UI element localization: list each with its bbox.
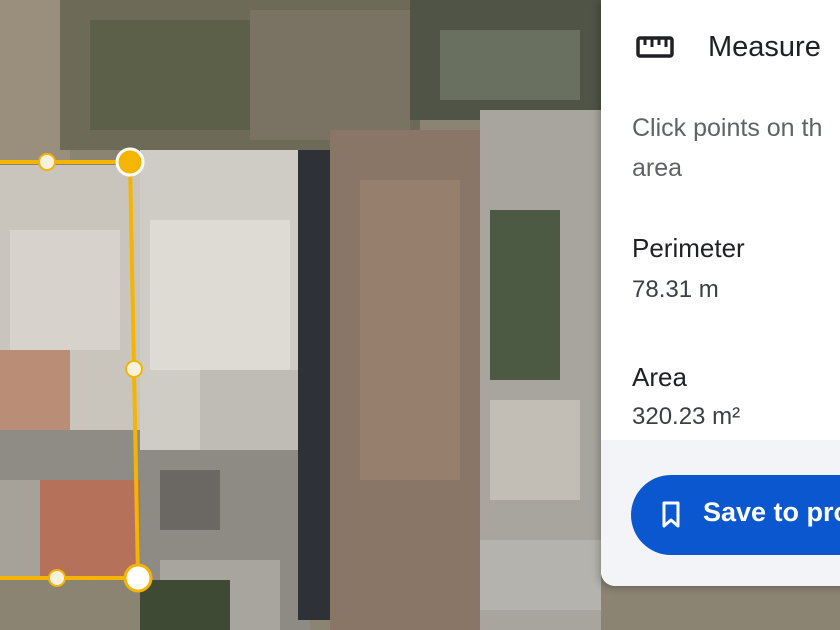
bookmark-icon	[662, 501, 680, 528]
save-button-label: Save to pro	[703, 497, 840, 527]
midpoint-handle-top[interactable]	[38, 153, 56, 171]
measure-instructions: Click points on th area	[632, 114, 823, 182]
area-value: 320.23 m²	[632, 403, 741, 430]
save-to-project-button[interactable]: Save to pro	[631, 475, 840, 555]
panel-header: Measure	[601, 0, 840, 98]
vertex-handle-top-right[interactable]	[115, 147, 145, 177]
ruler-icon	[636, 36, 674, 58]
panel-title: Measure	[708, 31, 821, 63]
vertex-handle-bottom-right[interactable]	[123, 563, 153, 593]
perimeter-value: 78.31 m	[632, 276, 719, 303]
area-label: Area	[632, 362, 687, 392]
perimeter-label: Perimeter	[632, 233, 745, 263]
measure-panel: Measure Click points on th area Perimete…	[601, 0, 840, 586]
midpoint-handle-right[interactable]	[125, 360, 143, 378]
midpoint-handle-bottom[interactable]	[48, 569, 66, 587]
measurement-polygon-outline	[0, 160, 141, 580]
